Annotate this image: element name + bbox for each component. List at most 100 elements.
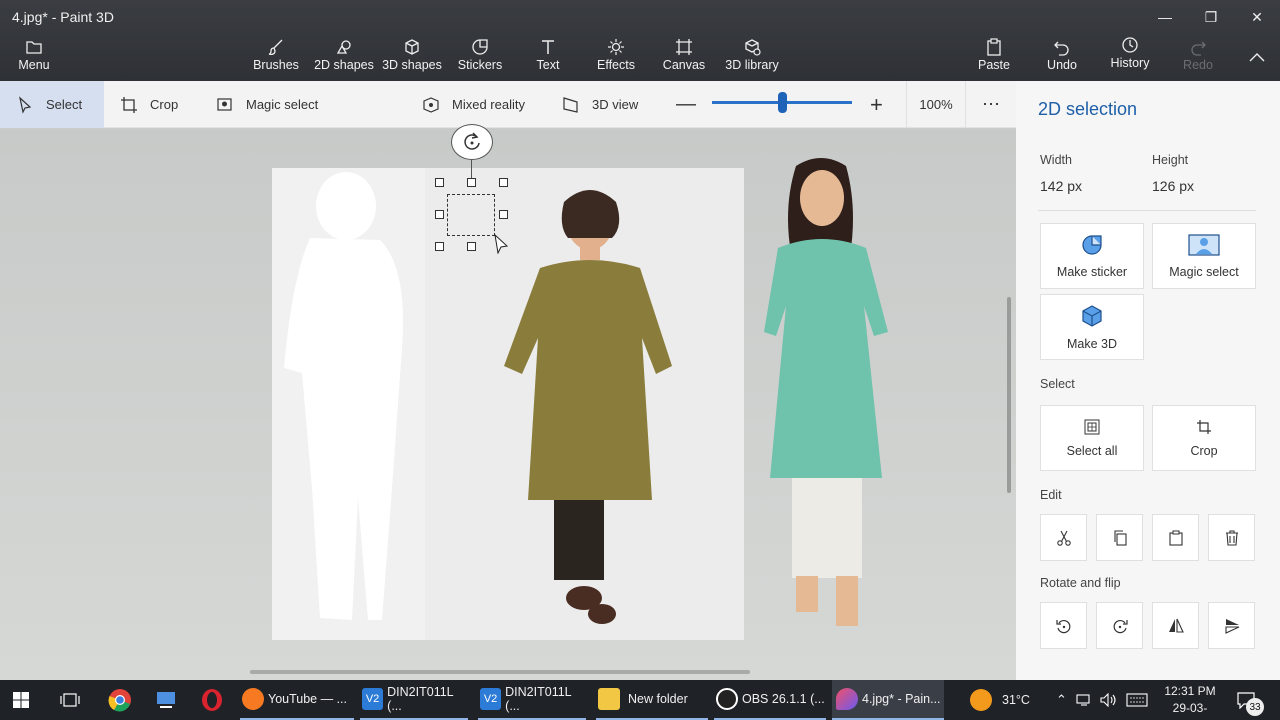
- windows-icon: [13, 692, 29, 708]
- height-value[interactable]: 126 px: [1152, 178, 1194, 194]
- taskbar-item-vnc-2[interactable]: V2 DIN2IT011L (...: [478, 680, 586, 720]
- sun-icon: [607, 36, 625, 58]
- rotate-handle[interactable]: [451, 124, 493, 160]
- selection-handle-sw[interactable]: [435, 242, 444, 251]
- edge-dev-app[interactable]: [154, 680, 178, 720]
- rotate-right-icon: [1113, 619, 1128, 633]
- undo-button[interactable]: Undo: [1044, 36, 1080, 72]
- mixed-reality-button[interactable]: Mixed reality: [422, 81, 525, 128]
- paste-button[interactable]: Paste: [976, 36, 1012, 72]
- vnc-icon: V2: [480, 688, 502, 710]
- zoom-in-button[interactable]: +: [870, 81, 883, 128]
- network-icon[interactable]: [1076, 680, 1092, 720]
- obs-icon: [716, 688, 738, 710]
- 2d-shapes-button[interactable]: 2D shapes: [314, 36, 374, 72]
- text-button[interactable]: Text: [532, 36, 564, 72]
- rotate-left-button[interactable]: [1040, 602, 1087, 649]
- 3d-shapes-button[interactable]: 3D shapes: [382, 36, 442, 72]
- system-clock[interactable]: 12:31 PM 29-03-2023: [1160, 683, 1220, 720]
- magic-select-tool-label: Magic select: [246, 97, 319, 112]
- selection-handle-n[interactable]: [467, 178, 476, 187]
- selection-handle-ne[interactable]: [499, 178, 508, 187]
- history-button[interactable]: History: [1108, 34, 1152, 70]
- volume-icon[interactable]: [1100, 680, 1118, 720]
- vertical-scrollbar[interactable]: [1007, 297, 1011, 493]
- select-all-button[interactable]: Select all: [1040, 405, 1144, 471]
- taskbar-item-vnc-1[interactable]: V2 DIN2IT011L (...: [360, 680, 468, 720]
- paint3d-icon: [836, 688, 858, 710]
- more-options-button[interactable]: ⋯: [982, 81, 1001, 128]
- menu-button[interactable]: Menu: [18, 36, 50, 72]
- paste-label: Paste: [978, 58, 1010, 72]
- brush-icon: [267, 36, 285, 58]
- copy-button[interactable]: [1096, 514, 1143, 561]
- flip-horizontal-button[interactable]: [1152, 602, 1199, 649]
- delete-button[interactable]: [1208, 514, 1255, 561]
- canvas-button[interactable]: Canvas: [662, 36, 706, 72]
- selection-handle-e[interactable]: [499, 210, 508, 219]
- minimize-button[interactable]: —: [1142, 6, 1188, 28]
- show-hidden-icons[interactable]: ⌃: [1056, 680, 1067, 720]
- clipboard-icon: [985, 36, 1003, 58]
- undo-label: Undo: [1047, 58, 1077, 72]
- restore-button[interactable]: ❐: [1188, 6, 1234, 28]
- clock-time: 12:31 PM: [1164, 684, 1216, 698]
- folder-icon: [25, 36, 43, 58]
- mouse-cursor-icon: [494, 234, 509, 254]
- taskbar-item-youtube[interactable]: YouTube — ...: [240, 680, 354, 720]
- panel-magic-select-button[interactable]: Magic select: [1152, 223, 1256, 289]
- panel-crop-button[interactable]: Crop: [1152, 405, 1256, 471]
- rotate-right-button[interactable]: [1096, 602, 1143, 649]
- stickers-button[interactable]: Stickers: [456, 36, 504, 72]
- 3d-library-label: 3D library: [725, 58, 779, 72]
- vnc-icon: V2: [362, 688, 384, 710]
- zoom-percent[interactable]: 100%: [906, 81, 966, 128]
- brushes-button[interactable]: Brushes: [250, 36, 302, 72]
- selection-handle-w[interactable]: [435, 210, 444, 219]
- side-panel: 2D selection Width 142 px Height 126 px …: [1016, 81, 1280, 680]
- 3d-view-button[interactable]: 3D view: [562, 81, 638, 128]
- redo-button[interactable]: Redo: [1182, 36, 1214, 72]
- keyboard-icon[interactable]: [1126, 680, 1148, 720]
- start-button[interactable]: [12, 680, 30, 720]
- taskbar-item-label: DIN2IT011L (...: [505, 685, 572, 713]
- selection-handle-nw[interactable]: [435, 178, 444, 187]
- collapse-ribbon-button[interactable]: [1234, 46, 1280, 68]
- opera-icon: [202, 689, 222, 711]
- rotate-left-icon: [1055, 619, 1070, 633]
- effects-button[interactable]: Effects: [596, 36, 636, 72]
- make-3d-button[interactable]: Make 3D: [1040, 294, 1144, 360]
- 3d-library-icon: [743, 36, 761, 58]
- cut-button[interactable]: [1040, 514, 1087, 561]
- taskbar-item-obs[interactable]: OBS 26.1.1 (...: [714, 680, 826, 720]
- panel-crop-label: Crop: [1190, 443, 1218, 458]
- zoom-slider-thumb[interactable]: [777, 92, 787, 113]
- 2d-shapes-label: 2D shapes: [314, 58, 374, 72]
- taskbar-item-label: DIN2IT011L (...: [387, 685, 454, 713]
- make-sticker-button[interactable]: Make sticker: [1040, 223, 1144, 289]
- taskbar-item-paint3d[interactable]: 4.jpg* - Pain...: [832, 680, 944, 720]
- task-view-button[interactable]: [60, 680, 80, 720]
- zoom-out-button[interactable]: —: [676, 81, 696, 128]
- selection-handle-s[interactable]: [467, 242, 476, 251]
- crop-tool[interactable]: Crop: [120, 81, 178, 128]
- chrome-icon: [108, 689, 131, 712]
- taskbar-item-label: OBS 26.1.1 (...: [742, 692, 825, 706]
- select-tool[interactable]: Select: [0, 81, 104, 128]
- chrome-app[interactable]: [108, 680, 132, 720]
- paste-button-panel[interactable]: [1152, 514, 1199, 561]
- opera-app[interactable]: [200, 680, 224, 720]
- redo-label: Redo: [1183, 58, 1213, 72]
- taskbar-item-label: YouTube — ...: [268, 692, 347, 706]
- cursor-icon: [19, 95, 32, 114]
- crop-icon: [121, 96, 137, 113]
- magic-select-tool[interactable]: Magic select: [216, 81, 318, 128]
- weather-widget[interactable]: 31°C: [970, 680, 1030, 720]
- selection-rectangle[interactable]: [447, 194, 495, 236]
- horizontal-scrollbar[interactable]: [250, 670, 750, 674]
- close-button[interactable]: ✕: [1234, 6, 1280, 28]
- flip-vertical-button[interactable]: [1208, 602, 1255, 649]
- taskbar-item-new-folder[interactable]: New folder: [596, 680, 708, 720]
- 3d-library-button[interactable]: 3D library: [724, 36, 780, 72]
- width-value[interactable]: 142 px: [1040, 178, 1082, 194]
